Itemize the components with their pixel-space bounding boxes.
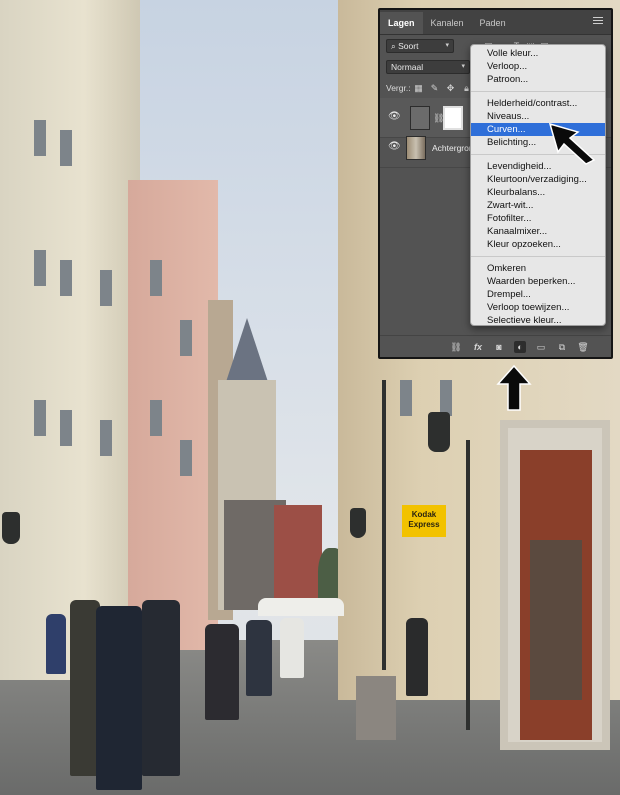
link-icon[interactable]: ⛓︎	[450, 341, 462, 353]
window	[440, 380, 452, 416]
menu-item-patroon[interactable]: Patroon...	[471, 73, 605, 86]
layer-filter-dropdown[interactable]: ⌕ Soort ▾	[386, 39, 454, 53]
window	[34, 400, 46, 436]
menu-item-omkeren[interactable]: Omkeren	[471, 262, 605, 275]
market-tents	[258, 598, 344, 616]
menu-separator	[471, 256, 605, 257]
lamp-post	[382, 380, 386, 670]
street-lamp	[428, 412, 450, 452]
lock-label: Vergr.:	[386, 83, 411, 93]
lamp-post	[466, 440, 470, 730]
pedestrian	[280, 618, 304, 678]
folder-icon[interactable]: ▭	[535, 341, 547, 353]
menu-item-zwart-wit[interactable]: Zwart-wit...	[471, 199, 605, 212]
sign-text: Kodak Express	[408, 510, 440, 529]
adjustment-layer-menu: Volle kleur... Verloop... Patroon... Hel…	[470, 44, 606, 326]
red-building	[274, 505, 322, 605]
tab-lagen[interactable]: Lagen	[380, 12, 423, 34]
window	[400, 380, 412, 416]
chevron-down-icon: ▾	[445, 42, 449, 49]
panel-tabs: Lagen Kanalen Paden	[380, 10, 611, 35]
adjustment-thumbnail	[410, 106, 430, 130]
menu-item-kanaalmixer[interactable]: Kanaalmixer...	[471, 225, 605, 238]
blend-mode-dropdown[interactable]: Normaal ▾	[386, 60, 470, 74]
eye-icon[interactable]: 👁︎	[388, 142, 401, 152]
window	[60, 410, 72, 446]
chevron-down-icon: ▾	[461, 63, 465, 70]
mask-icon[interactable]: ◙	[493, 341, 505, 353]
pedestrian	[246, 620, 272, 696]
link-icon: ⛓︎	[433, 113, 445, 123]
window	[34, 250, 46, 286]
menu-item-volle-kleur[interactable]: Volle kleur...	[471, 47, 605, 60]
menu-item-fotofilter[interactable]: Fotofilter...	[471, 212, 605, 225]
new-layer-icon[interactable]: ⧉	[556, 341, 568, 353]
arrow-pointer-icon	[548, 122, 596, 165]
window	[100, 420, 112, 456]
menu-item-verloop[interactable]: Verloop...	[471, 60, 605, 73]
window	[150, 400, 162, 436]
tab-kanalen[interactable]: Kanalen	[423, 12, 472, 34]
window	[150, 260, 162, 296]
window	[34, 120, 46, 156]
pedestrian	[205, 624, 239, 720]
menu-item-kleurbalans[interactable]: Kleurbalans...	[471, 186, 605, 199]
window	[60, 130, 72, 166]
window	[180, 440, 192, 476]
background-thumbnail	[406, 136, 426, 160]
menu-item-waarden-beperken[interactable]: Waarden beperken...	[471, 275, 605, 288]
mask-thumbnail	[443, 106, 463, 130]
pedestrian	[96, 606, 142, 790]
fx-icon[interactable]: fx	[472, 341, 484, 353]
street-lamp	[350, 508, 366, 538]
blend-mode-value: Normaal	[391, 62, 424, 72]
adjustment-icon[interactable]: ◐	[514, 341, 526, 353]
lock-position-icon[interactable]: ✥	[446, 84, 455, 93]
filter-label: Soort	[398, 41, 419, 51]
pedestrian	[406, 618, 428, 696]
lock-pixels-icon[interactable]: ✎	[430, 84, 439, 93]
lock-transparency-icon[interactable]: ▦	[414, 84, 423, 93]
menu-item-helderheid-contrast[interactable]: Helderheid/contrast...	[471, 97, 605, 110]
street-lamp	[2, 512, 20, 544]
pedestrian	[46, 614, 66, 674]
pedestrian	[142, 600, 180, 776]
arrow-pointer-icon	[496, 364, 532, 411]
kodak-express-sign: Kodak Express	[402, 505, 446, 537]
menu-item-selectieve-kleur[interactable]: Selectieve kleur...	[471, 314, 605, 327]
menu-item-drempel[interactable]: Drempel...	[471, 288, 605, 301]
panel-menu-icon[interactable]	[593, 17, 603, 26]
stone-bin	[356, 676, 396, 740]
menu-separator	[471, 91, 605, 92]
pink-building	[128, 180, 218, 650]
panel-bottom-bar: ⛓︎ fx ◙ ◐ ▭ ⧉ 🗑︎	[380, 335, 611, 357]
search-icon: ⌕	[391, 41, 396, 51]
window	[180, 320, 192, 356]
menu-item-kleurtoon-verzadiging[interactable]: Kleurtoon/verzadiging...	[471, 173, 605, 186]
eye-icon[interactable]: 👁︎	[388, 112, 401, 122]
menu-item-verloop-toewijzen[interactable]: Verloop toewijzen...	[471, 301, 605, 314]
tab-paden[interactable]: Paden	[472, 12, 514, 34]
shop-window	[530, 540, 582, 700]
window	[100, 270, 112, 306]
trash-icon[interactable]: 🗑︎	[577, 341, 589, 353]
window	[60, 260, 72, 296]
left-building	[0, 0, 140, 680]
menu-item-kleur-opzoeken[interactable]: Kleur opzoeken...	[471, 238, 605, 251]
